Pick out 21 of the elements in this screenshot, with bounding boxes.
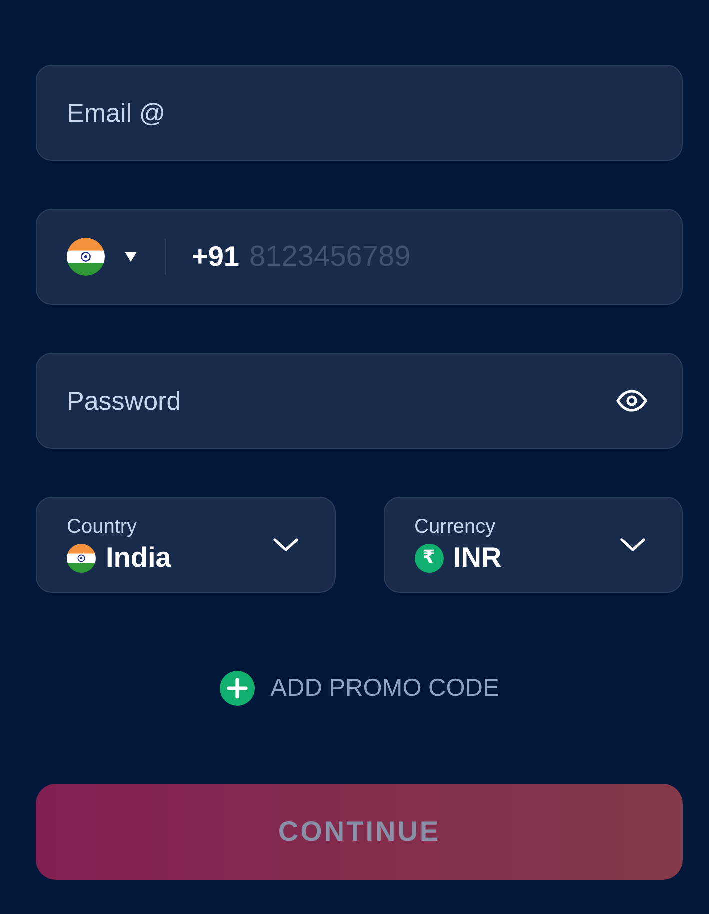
- field-label: Country: [67, 516, 138, 539]
- country-select[interactable]: Country India: [36, 497, 336, 593]
- india-flag-icon: [67, 238, 105, 276]
- eye-icon: [616, 390, 648, 412]
- show-password-button[interactable]: [616, 390, 648, 412]
- rupee-coin-icon: ₹: [414, 544, 444, 572]
- india-flag-icon: [67, 544, 96, 572]
- email-input[interactable]: Email @: [36, 65, 683, 161]
- add-promo-code-button[interactable]: ADD PROMO CODE: [220, 671, 500, 706]
- field-label: Currency: [414, 516, 497, 539]
- plus-icon: [220, 671, 255, 706]
- dial-code: +91: [192, 241, 240, 273]
- password-input[interactable]: Password: [67, 386, 616, 416]
- currency-select[interactable]: Currency ₹ INR: [384, 497, 683, 593]
- password-field[interactable]: Password: [36, 353, 683, 449]
- caret-icon: [125, 252, 137, 262]
- chevron-down-icon: [272, 538, 298, 552]
- selected-value: India: [106, 542, 172, 574]
- country-code-dropdown[interactable]: [67, 238, 137, 276]
- selected-value: INR: [454, 542, 502, 574]
- chevron-down-icon: [620, 538, 646, 552]
